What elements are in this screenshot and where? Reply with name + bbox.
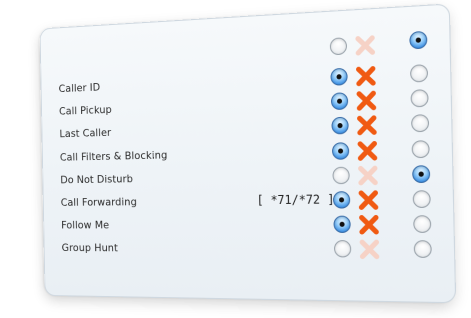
disable-radio[interactable] bbox=[413, 190, 431, 208]
enable-radio[interactable] bbox=[333, 191, 350, 208]
close-icon[interactable] bbox=[354, 34, 377, 58]
header-radio-right[interactable] bbox=[409, 31, 427, 50]
enable-radio[interactable] bbox=[331, 92, 348, 110]
feature-label: Call Forwarding bbox=[61, 196, 137, 209]
feature-label: Do Not Disturb bbox=[60, 172, 133, 186]
close-icon[interactable] bbox=[355, 114, 378, 137]
feature-label: Last Caller bbox=[59, 127, 111, 141]
close-icon[interactable] bbox=[357, 189, 380, 212]
call-features-panel: Caller ID Call Pickup Last Caller Call Filt… bbox=[40, 3, 457, 303]
close-icon[interactable] bbox=[358, 238, 381, 261]
enable-radio[interactable] bbox=[330, 68, 347, 86]
feature-code: [ *71/*72 ] bbox=[257, 192, 335, 207]
feature-label: Call Filters & Blocking bbox=[60, 148, 168, 163]
feature-label: Follow Me bbox=[61, 219, 109, 231]
enable-radio[interactable] bbox=[332, 166, 349, 184]
enable-radio[interactable] bbox=[331, 117, 348, 135]
feature-label: Caller ID bbox=[59, 81, 101, 95]
close-icon[interactable] bbox=[356, 139, 379, 162]
header-radio-left[interactable] bbox=[330, 37, 347, 55]
close-icon[interactable] bbox=[356, 164, 379, 187]
close-icon[interactable] bbox=[358, 214, 381, 237]
enable-radio[interactable] bbox=[334, 240, 351, 257]
feature-label: Group Hunt bbox=[62, 242, 118, 255]
disable-radio[interactable] bbox=[413, 215, 431, 233]
disable-radio[interactable] bbox=[412, 165, 430, 183]
disable-radio[interactable] bbox=[414, 241, 432, 259]
enable-radio[interactable] bbox=[333, 216, 350, 233]
disable-radio[interactable] bbox=[410, 89, 428, 107]
disable-radio[interactable] bbox=[410, 64, 428, 82]
close-icon[interactable] bbox=[354, 64, 377, 87]
disable-radio[interactable] bbox=[412, 140, 430, 158]
enable-radio[interactable] bbox=[332, 142, 349, 160]
close-icon[interactable] bbox=[355, 89, 378, 112]
feature-label: Call Pickup bbox=[59, 103, 112, 117]
disable-radio[interactable] bbox=[411, 115, 429, 133]
feature-row: Group Hunt bbox=[44, 236, 454, 266]
